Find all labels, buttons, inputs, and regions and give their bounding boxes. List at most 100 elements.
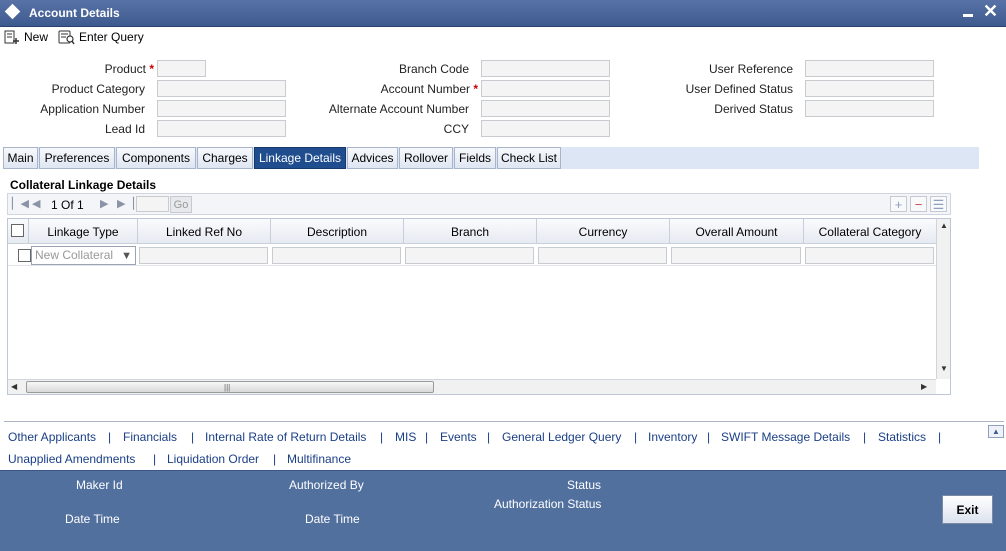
link-liquidation-order[interactable]: Liquidation Order <box>167 452 259 466</box>
tab-rollover[interactable]: Rollover <box>399 147 453 169</box>
page-number-input[interactable] <box>136 196 169 212</box>
scroll-left-icon[interactable]: ◀ <box>11 382 17 391</box>
column-header[interactable]: Collateral Category <box>804 219 936 244</box>
link-other-applicants[interactable]: Other Applicants <box>8 430 96 444</box>
link-separator: | <box>153 452 157 466</box>
link-separator: | <box>863 430 867 444</box>
link-separator: | <box>938 430 942 444</box>
user-reference-field[interactable] <box>805 60 934 77</box>
previous-page-icon[interactable]: ◀ <box>32 197 40 210</box>
link-swift-message-details[interactable]: SWIFT Message Details <box>721 430 850 444</box>
description-field[interactable] <box>272 247 401 264</box>
column-header[interactable]: Linkage Type <box>29 219 138 244</box>
link-unapplied-amendments[interactable]: Unapplied Amendments <box>8 452 135 466</box>
next-page-icon[interactable]: ▶ <box>100 197 108 210</box>
new-button[interactable]: New <box>4 28 48 46</box>
currency-field[interactable] <box>538 247 667 264</box>
link-irr-details[interactable]: Internal Rate of Return Details <box>205 430 366 444</box>
branch-code-label: Branch Code <box>398 62 469 76</box>
application-number-label: Application Number <box>40 102 145 116</box>
column-header[interactable]: Currency <box>537 219 670 244</box>
delete-row-icon[interactable]: − <box>910 196 927 212</box>
scroll-up-icon[interactable]: ▲ <box>940 221 948 230</box>
tab-advices[interactable]: Advices <box>347 147 398 169</box>
required-marker: * <box>473 82 478 96</box>
page-indicator: 1 Of 1 <box>51 198 84 212</box>
link-inventory[interactable]: Inventory <box>648 430 697 444</box>
header-select-cell <box>8 219 29 244</box>
ccy-field[interactable] <box>481 120 610 137</box>
branch-field[interactable] <box>405 247 534 264</box>
row-select-checkbox[interactable] <box>18 249 31 262</box>
required-marker: * <box>149 62 154 76</box>
product-label: Product * <box>104 62 154 76</box>
new-document-icon <box>4 30 19 44</box>
overall-amount-field[interactable] <box>671 247 801 264</box>
tab-fields[interactable]: Fields <box>454 147 496 169</box>
column-header[interactable]: Description <box>271 219 404 244</box>
alternate-account-number-label: Alternate Account Number <box>328 102 469 116</box>
tab-charges[interactable]: Charges <box>197 147 253 169</box>
vertical-scrollbar[interactable]: ▲ ▼ <box>936 219 950 379</box>
close-icon[interactable]: ✕ <box>983 1 998 21</box>
product-category-field[interactable] <box>157 80 286 97</box>
maker-id-label: Maker Id <box>76 478 123 492</box>
related-links: Other Applicants | Financials | Internal… <box>0 422 1006 470</box>
status-label: Status <box>567 478 602 492</box>
link-events[interactable]: Events <box>440 430 477 444</box>
link-statistics[interactable]: Statistics <box>878 430 926 444</box>
section-title: Collateral Linkage Details <box>10 178 157 192</box>
product-field[interactable] <box>157 60 206 77</box>
add-row-icon[interactable]: + <box>890 196 907 212</box>
link-separator: | <box>634 430 638 444</box>
tab-bar: Main Preferences Components Charges Link… <box>3 147 979 169</box>
user-defined-status-field[interactable] <box>805 80 934 97</box>
chevron-down-icon: ▼ <box>121 250 132 262</box>
lead-id-field[interactable] <box>157 120 286 137</box>
derived-status-field[interactable] <box>805 100 934 117</box>
branch-code-field[interactable] <box>481 60 610 77</box>
linked-ref-no-field[interactable] <box>139 247 268 264</box>
linkage-type-select[interactable]: New Collateral ▼ <box>31 246 136 265</box>
link-gl-query[interactable]: General Ledger Query <box>502 430 621 444</box>
tab-check-list[interactable]: Check List <box>497 147 561 169</box>
first-page-icon[interactable]: ▏◀ <box>12 197 29 210</box>
go-button[interactable]: Go <box>170 196 192 213</box>
horizontal-scrollbar[interactable]: ◀ ||| ▶ <box>8 379 936 394</box>
column-header[interactable]: Branch <box>404 219 537 244</box>
scrollbar-thumb[interactable]: ||| <box>26 381 434 393</box>
minimize-icon[interactable] <box>963 14 973 17</box>
alternate-account-number-field[interactable] <box>481 100 610 117</box>
scroll-right-icon[interactable]: ▶ <box>921 382 927 391</box>
application-number-field[interactable] <box>157 100 286 117</box>
view-list-icon[interactable]: ☰ <box>930 196 947 212</box>
link-multifinance[interactable]: Multifinance <box>287 452 351 466</box>
collateral-category-field[interactable] <box>805 247 934 264</box>
column-header[interactable]: Linked Ref No <box>138 219 271 244</box>
collateral-linkage-grid: Linkage Type Linked Ref No Description B… <box>7 218 951 395</box>
authorization-status-label: Authorization Status <box>494 497 602 511</box>
tab-components[interactable]: Components <box>116 147 196 169</box>
scroll-down-icon[interactable]: ▼ <box>940 364 948 373</box>
link-separator: | <box>487 430 491 444</box>
authorized-by-label: Authorized By <box>289 478 364 492</box>
exit-button[interactable]: Exit <box>942 495 993 524</box>
link-financials[interactable]: Financials <box>123 430 177 444</box>
grid-header: Linkage Type Linked Ref No Description B… <box>8 219 936 244</box>
tab-linkage-details[interactable]: Linkage Details <box>254 147 346 169</box>
select-all-checkbox[interactable] <box>11 224 24 237</box>
app-diamond-icon <box>4 3 21 20</box>
link-mis[interactable]: MIS <box>395 430 416 444</box>
column-header[interactable]: Overall Amount <box>670 219 804 244</box>
last-page-icon[interactable]: ▶▕ <box>117 197 134 210</box>
tab-preferences[interactable]: Preferences <box>39 147 115 169</box>
new-label: New <box>24 30 49 44</box>
account-number-field[interactable] <box>481 80 610 97</box>
ccy-label: CCY <box>443 122 469 136</box>
enter-query-button[interactable]: Enter Query <box>58 28 144 46</box>
user-reference-label: User Reference <box>708 62 793 76</box>
tab-main[interactable]: Main <box>3 147 38 169</box>
table-row: New Collateral ▼ <box>8 245 936 266</box>
collapse-up-icon[interactable]: ▲ <box>988 425 1004 438</box>
link-separator: | <box>380 430 384 444</box>
